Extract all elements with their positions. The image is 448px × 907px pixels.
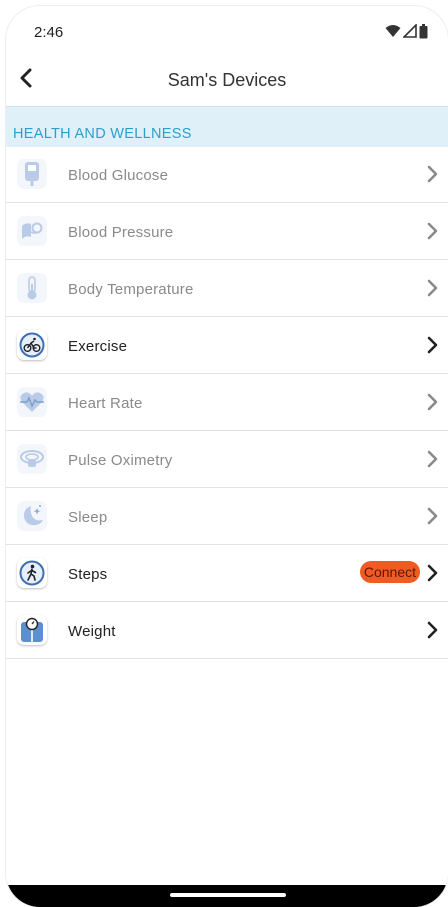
list-item-label: Steps [68,566,108,583]
thermometer-icon [17,273,47,303]
scale-icon [17,615,47,645]
section-header: HEALTH AND WELLNESS [6,106,448,147]
connect-badge[interactable]: Connect [359,561,420,583]
cellular-signal-icon [403,24,417,38]
list-item-label: Exercise [68,338,128,355]
walking-person-icon [17,558,47,588]
chevron-right-icon [427,564,438,582]
blood-pressure-cuff-icon [17,216,47,246]
chevron-right-icon [427,621,438,639]
pulse-oximeter-icon [17,444,47,474]
system-navigation-bar [6,885,448,907]
app-header: Sam's Devices [6,52,448,106]
list-item-exercise[interactable]: Exercise [6,317,448,374]
home-indicator[interactable] [170,893,286,897]
list-item-body-temperature[interactable]: Body Temperature [6,260,448,317]
device-list: Blood Glucose Blood Pressure Body Temper… [6,146,448,659]
list-item-label: Heart Rate [68,395,143,412]
status-time: 2:46 [34,24,64,41]
list-item-label: Pulse Oximetry [68,452,173,469]
list-item-label: Blood Pressure [68,224,174,241]
chevron-right-icon [427,165,438,183]
bicycle-icon [17,330,47,360]
battery-icon [419,23,428,38]
blood-glucose-meter-icon [17,159,47,189]
status-bar: 2:46 [6,6,448,48]
chevron-right-icon [427,222,438,240]
chevron-right-icon [427,279,438,297]
list-item-label: Body Temperature [68,281,194,298]
chevron-right-icon [427,393,438,411]
list-item-label: Sleep [68,509,108,526]
list-item-label: Weight [68,623,116,640]
chevron-right-icon [427,507,438,525]
list-item-weight[interactable]: Weight [6,602,448,659]
list-item-steps[interactable]: Steps Connect [6,545,448,602]
page-title: Sam's Devices [167,70,287,90]
phone-screen: 2:46 Sam's Devices HEALTH AND WELLNESS B… [6,6,448,907]
status-icons [385,22,428,40]
heart-rate-icon [17,387,47,417]
chevron-right-icon [427,336,438,354]
list-item-blood-glucose[interactable]: Blood Glucose [6,146,448,203]
moon-stars-icon [17,501,47,531]
chevron-right-icon [427,450,438,468]
section-title: HEALTH AND WELLNESS [13,126,192,142]
list-item-pulse-oximetry[interactable]: Pulse Oximetry [6,431,448,488]
wifi-icon [385,25,401,37]
list-item-blood-pressure[interactable]: Blood Pressure [6,203,448,260]
list-item-heart-rate[interactable]: Heart Rate [6,374,448,431]
list-item-sleep[interactable]: Sleep [6,488,448,545]
list-item-label: Blood Glucose [68,167,169,184]
